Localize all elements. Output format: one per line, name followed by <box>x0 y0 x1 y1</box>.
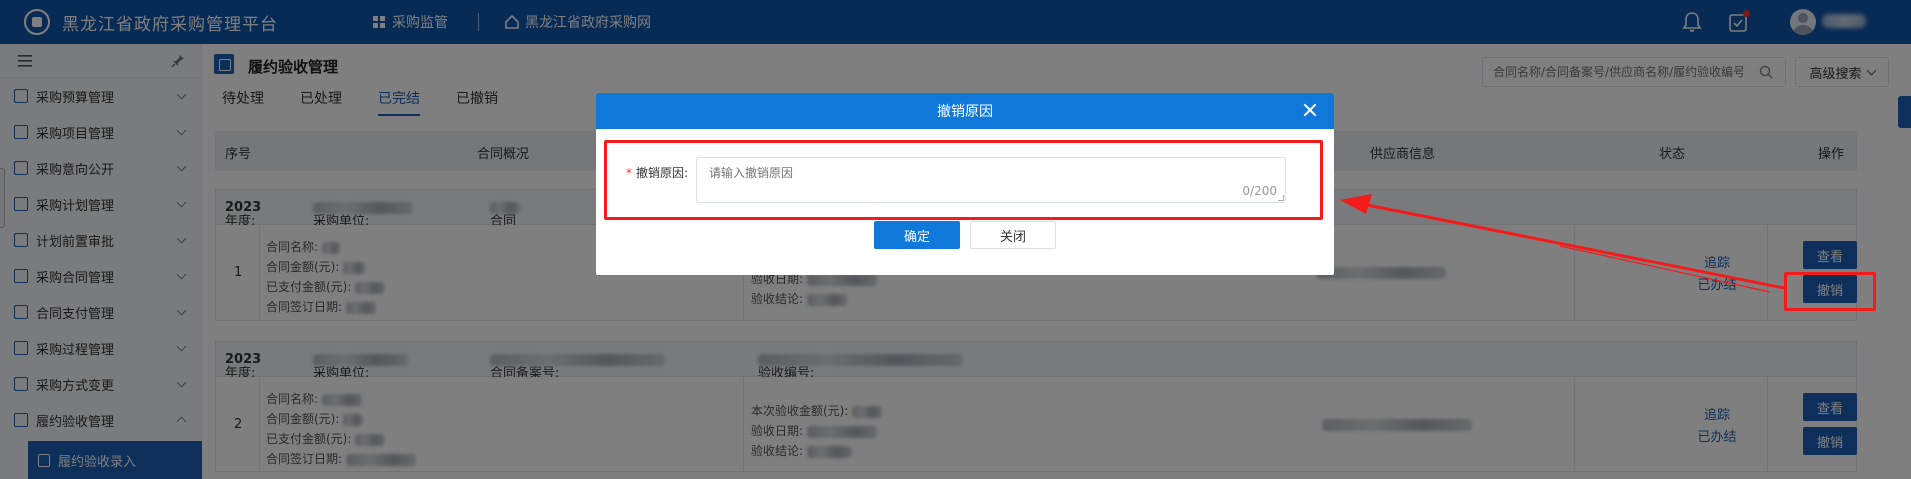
annotation-highlight-revoke <box>1784 272 1876 311</box>
close-icon[interactable] <box>1302 102 1318 118</box>
annotation-highlight-field <box>604 140 1323 220</box>
cancel-button[interactable]: 关闭 <box>970 221 1056 249</box>
dialog-header: 撤销原因 <box>596 93 1334 129</box>
dialog-title: 撤销原因 <box>937 104 993 120</box>
confirm-button[interactable]: 确定 <box>874 221 960 249</box>
